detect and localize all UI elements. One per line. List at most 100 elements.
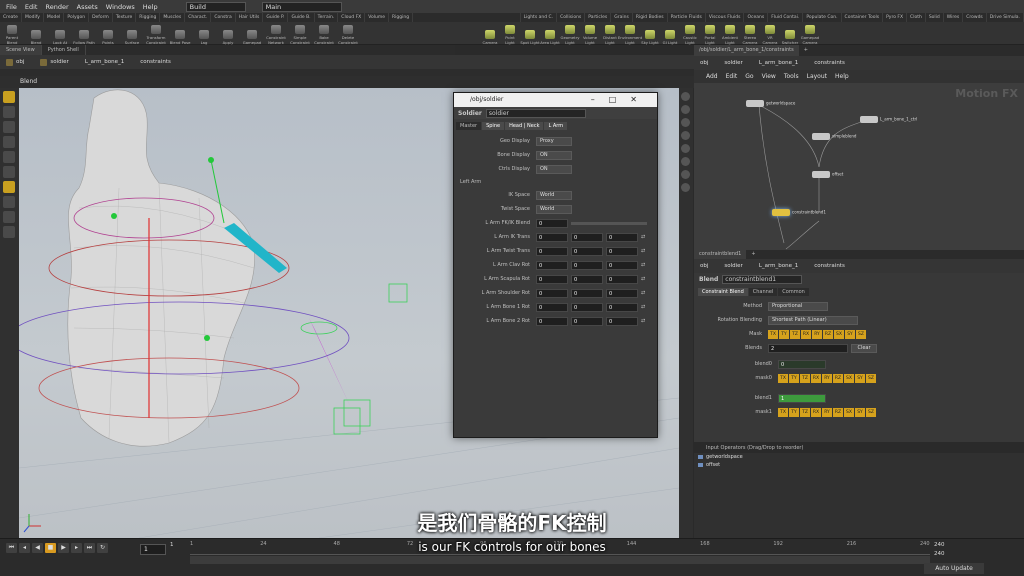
shelf-tab[interactable]: Fluid Contai.: [768, 13, 804, 22]
mask-toggle[interactable]: SY: [845, 329, 855, 339]
shelf-tab[interactable]: Rigging: [136, 13, 161, 22]
character-torso[interactable]: [67, 89, 255, 447]
vector-component-field[interactable]: 0: [571, 246, 603, 256]
shelf-tool-button[interactable]: Portal Light: [700, 23, 720, 45]
vector-component-field[interactable]: 0: [571, 302, 603, 312]
desktop-select[interactable]: Build: [185, 1, 246, 12]
blend1-value[interactable]: 1: [778, 393, 826, 403]
shelf-tab[interactable]: Collisions: [557, 13, 586, 22]
move-tool-icon[interactable]: [3, 106, 15, 118]
tab-python-shell[interactable]: Python Shell: [42, 45, 86, 55]
shelf-tool-button[interactable]: Camera: [480, 23, 500, 45]
shelf-tool-button[interactable]: Volume Light: [580, 23, 600, 45]
shelf-tool-button[interactable]: Geometry Light: [560, 23, 580, 45]
mask-toggle[interactable]: SX: [844, 407, 854, 417]
menu-edit[interactable]: Edit: [25, 3, 38, 11]
fkik-value-field[interactable]: 0: [536, 218, 568, 228]
shelf-tool-button[interactable]: Bake Constraint: [312, 23, 336, 45]
select-tool-icon[interactable]: [3, 91, 15, 103]
main-select[interactable]: Main: [261, 1, 342, 12]
shelf-tab[interactable]: Rigid Bodies: [633, 13, 668, 22]
mask-toggle[interactable]: TX: [778, 407, 788, 417]
vector-component-field[interactable]: 0: [536, 260, 568, 270]
shelf-tab[interactable]: Constra: [211, 13, 236, 22]
mask-toggle[interactable]: RX: [811, 407, 821, 417]
rotate-tool-icon[interactable]: [3, 121, 15, 133]
path-soldier[interactable]: soldier: [724, 60, 752, 66]
mask-toggle[interactable]: TZ: [790, 329, 800, 339]
tab-channel[interactable]: Channel: [748, 288, 778, 296]
shelf-tool-button[interactable]: Simple Constraint: [288, 23, 312, 45]
network-tab[interactable]: /obj/soldier/L_arm_bone_1/constraints: [694, 45, 799, 56]
display-option-icon[interactable]: [681, 131, 690, 140]
node-name-field[interactable]: constraintblend1: [722, 275, 803, 284]
key-icon[interactable]: ⇄: [641, 318, 645, 324]
shelf-tab[interactable]: Particles: [585, 13, 612, 22]
shelf-tab[interactable]: Solid: [926, 13, 944, 22]
shelf-tab[interactable]: Volume: [365, 13, 390, 22]
shelf-tool-button[interactable]: Caustic Light: [680, 23, 700, 45]
menu-assets[interactable]: Assets: [77, 3, 98, 11]
shelf-tool-button[interactable]: Apply: [216, 23, 240, 45]
window-titlebar[interactable]: /obj/soldier –□✕: [454, 93, 657, 107]
blend0-value[interactable]: 0: [778, 359, 826, 369]
shelf-tool-button[interactable]: Area Light: [540, 23, 560, 45]
shelf-tab[interactable]: Hair Utils: [236, 13, 264, 22]
vector-component-field[interactable]: 0: [536, 246, 568, 256]
tab-l-arm[interactable]: L Arm: [544, 122, 568, 130]
shelf-tab[interactable]: Cloth: [907, 13, 926, 22]
shelf-tool-button[interactable]: Sky Light: [640, 23, 660, 45]
shelf-tab[interactable]: Crowds: [963, 13, 987, 22]
blends-count-field[interactable]: 2: [768, 343, 848, 353]
vector-component-field[interactable]: 0: [606, 260, 638, 270]
mask-toggle[interactable]: SZ: [866, 373, 876, 383]
shelf-tab[interactable]: Container Tools: [842, 13, 884, 22]
menu-render[interactable]: Render: [45, 3, 68, 11]
path-soldier[interactable]: soldier: [724, 263, 752, 269]
shelf-tab[interactable]: Guide B.: [288, 13, 315, 22]
snap-tool-icon[interactable]: [3, 196, 15, 208]
add-tab-button[interactable]: +: [746, 250, 760, 259]
vector-component-field[interactable]: 0: [606, 302, 638, 312]
path-bone[interactable]: L_arm_bone_1: [85, 59, 134, 65]
shelf-tab[interactable]: Pyro FX: [883, 13, 908, 22]
shelf-tab[interactable]: Oceans: [744, 13, 769, 22]
shelf-tool-button[interactable]: Lag: [192, 23, 216, 45]
mask-toggle[interactable]: TX: [768, 329, 778, 339]
display-option-icon[interactable]: [681, 118, 690, 127]
param-select[interactable]: Proxy: [536, 136, 572, 146]
auto-update-toggle[interactable]: Auto Update: [924, 563, 984, 574]
vector-component-field[interactable]: 0: [571, 260, 603, 270]
rotation-select[interactable]: Shortest Path (Linear): [768, 315, 858, 325]
key-icon[interactable]: ⇄: [641, 304, 645, 310]
mask-toggle[interactable]: SY: [855, 373, 865, 383]
shelf-tool-button[interactable]: Stereo Camera: [740, 23, 760, 45]
shelf-tab[interactable]: Texture: [113, 13, 137, 22]
timeline-range-bar[interactable]: [190, 556, 930, 564]
tab-master[interactable]: Master: [456, 122, 482, 130]
shelf-tab[interactable]: Muscles: [160, 13, 186, 22]
mask-toggle[interactable]: TY: [789, 373, 799, 383]
path-obj[interactable]: obj: [700, 60, 718, 66]
magnet-tool-icon[interactable]: [3, 211, 15, 223]
mask-toggle[interactable]: RY: [822, 373, 832, 383]
mask-toggle[interactable]: TY: [789, 407, 799, 417]
network-editor[interactable]: Motion FX getworldspace L_arm_bone_1_ctr…: [694, 83, 1024, 250]
shelf-tab[interactable]: Viscous Fluids: [706, 13, 745, 22]
mask-toggle[interactable]: RX: [811, 373, 821, 383]
shelf-tab[interactable]: Model: [44, 13, 65, 22]
shelf-tab[interactable]: Deform: [89, 13, 113, 22]
mask-toggle[interactable]: SZ: [856, 329, 866, 339]
shelf-tool-button[interactable]: Ambient Light: [720, 23, 740, 45]
mask-toggle[interactable]: RY: [812, 329, 822, 339]
vector-component-field[interactable]: 0: [571, 232, 603, 242]
vector-component-field[interactable]: 0: [571, 288, 603, 298]
shelf-tool-button[interactable]: Point Light: [500, 23, 520, 45]
shelf-tab[interactable]: Rigging: [389, 13, 414, 22]
network-menu-item[interactable]: Add: [706, 70, 718, 83]
path-bone[interactable]: L_arm_bone_1: [759, 60, 808, 66]
input-item[interactable]: offset: [694, 461, 1024, 469]
vector-component-field[interactable]: 0: [606, 288, 638, 298]
shelf-tool-button[interactable]: Blend: [24, 23, 48, 45]
shelf-tab[interactable]: Cloud FX: [338, 13, 366, 22]
